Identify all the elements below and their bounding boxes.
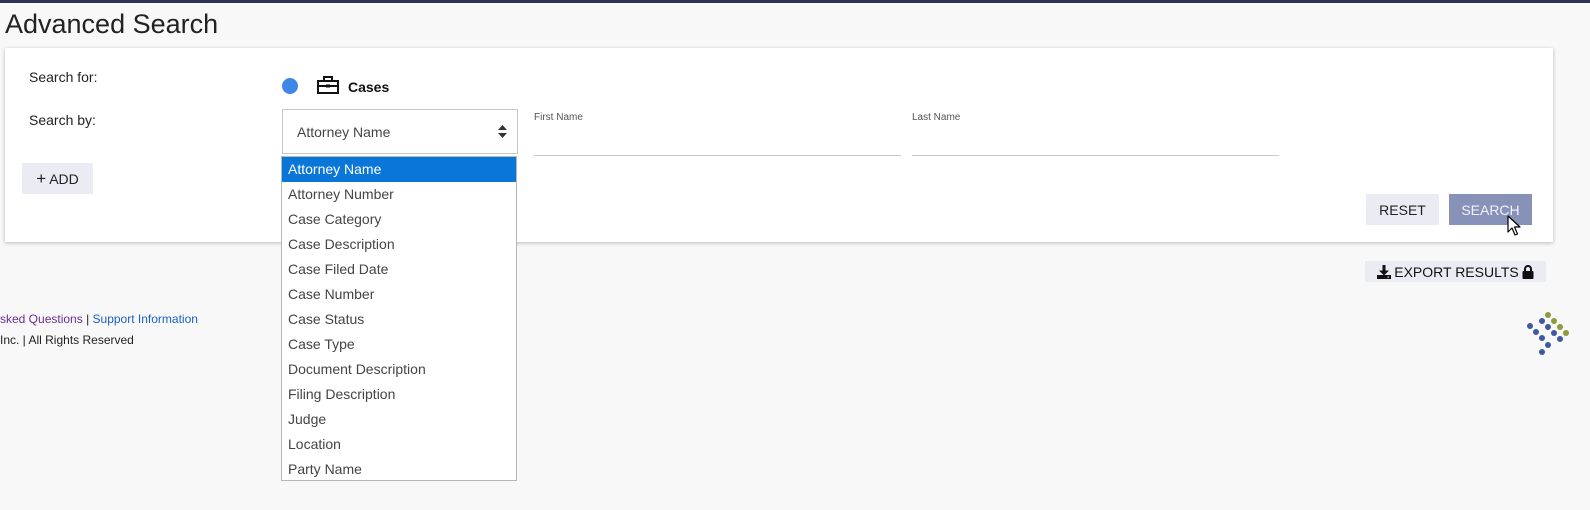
search-for-label: Search for: bbox=[29, 69, 98, 85]
reset-button[interactable]: RESET bbox=[1366, 194, 1439, 225]
first-name-field[interactable]: First Name bbox=[534, 110, 901, 156]
mouse-cursor-icon bbox=[1507, 215, 1521, 236]
plus-icon: + bbox=[36, 168, 47, 188]
support-information-link[interactable]: Support Information bbox=[93, 312, 198, 326]
add-button-label: ADD bbox=[49, 170, 79, 187]
last-name-field[interactable]: Last Name bbox=[912, 110, 1279, 156]
dropdown-option[interactable]: Party Name bbox=[282, 457, 516, 482]
lock-icon bbox=[1522, 264, 1534, 279]
footer-separator: | bbox=[86, 312, 90, 326]
top-bar bbox=[0, 0, 1590, 3]
company-logo bbox=[1527, 312, 1569, 355]
dropdown-option[interactable]: Location bbox=[282, 432, 516, 457]
dropdown-option[interactable]: Document Description bbox=[282, 357, 516, 382]
cases-option-label[interactable]: Cases bbox=[348, 79, 389, 95]
add-button[interactable]: + ADD bbox=[22, 163, 93, 194]
faq-link[interactable]: sked Questions bbox=[0, 312, 83, 326]
search-panel: Search for: Cases Search by: Attorney Na… bbox=[5, 48, 1553, 242]
dropdown-option[interactable]: Case Status bbox=[282, 307, 516, 332]
export-results-label: EXPORT RESULTS bbox=[1394, 263, 1519, 280]
search-by-dropdown-list: Attorney Name Attorney Number Case Categor… bbox=[281, 156, 517, 481]
cases-radio[interactable] bbox=[282, 78, 298, 94]
dropdown-option[interactable]: Case Filed Date bbox=[282, 257, 516, 282]
page-title: Advanced Search bbox=[5, 9, 219, 39]
dropdown-option[interactable]: Attorney Name bbox=[282, 157, 516, 182]
first-name-input[interactable] bbox=[534, 136, 901, 152]
dropdown-option[interactable]: Case Number bbox=[282, 282, 516, 307]
copyright-text: Inc. | All Rights Reserved bbox=[0, 333, 134, 347]
last-name-label: Last Name bbox=[912, 112, 961, 123]
search-by-label: Search by: bbox=[29, 112, 96, 128]
search-by-select[interactable]: Attorney Name bbox=[282, 109, 518, 154]
sort-arrows-icon bbox=[498, 125, 507, 138]
briefcase-icon bbox=[317, 76, 339, 94]
last-name-input[interactable] bbox=[912, 136, 1279, 152]
dropdown-option[interactable]: Filing Description bbox=[282, 382, 516, 407]
dropdown-option[interactable]: Attorney Number bbox=[282, 182, 516, 207]
first-name-label: First Name bbox=[534, 112, 583, 123]
dropdown-option[interactable]: Case Description bbox=[282, 232, 516, 257]
search-by-select-value: Attorney Name bbox=[297, 124, 391, 140]
dropdown-option[interactable]: Judge bbox=[282, 407, 516, 432]
dropdown-option[interactable]: Case Type bbox=[282, 332, 516, 357]
export-results-button[interactable]: EXPORT RESULTS bbox=[1365, 261, 1546, 282]
dropdown-option[interactable]: Case Category bbox=[282, 207, 516, 232]
download-icon bbox=[1377, 264, 1392, 279]
footer-links: sked Questions | Support Information bbox=[0, 312, 198, 326]
